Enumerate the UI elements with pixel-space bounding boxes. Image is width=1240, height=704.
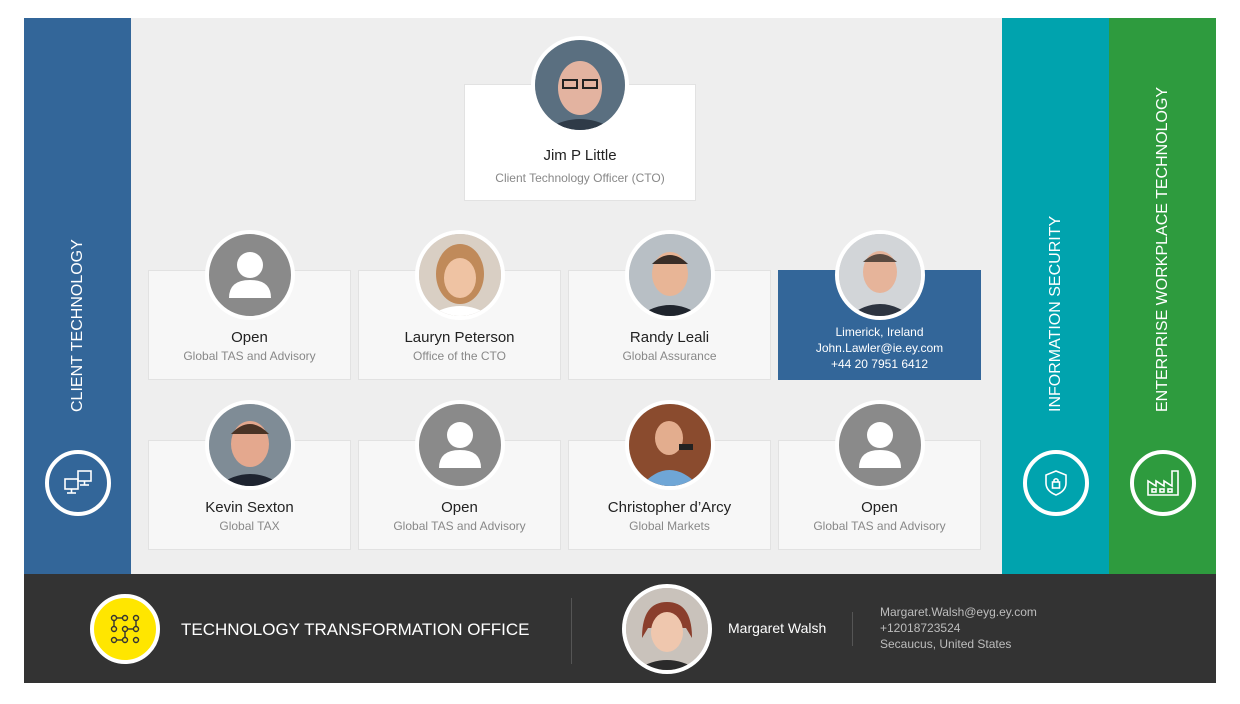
kevin-sexton-avatar [205, 400, 295, 490]
divider [571, 598, 572, 664]
member-location: Limerick, Ireland [835, 325, 924, 339]
contact-email-link[interactable]: Margaret.Walsh@eyg.ey.com [880, 604, 1037, 620]
member-phone: +44 20 7951 6412 [830, 357, 929, 371]
placeholder-avatar-icon [415, 400, 505, 490]
member-role: Global Markets [629, 519, 710, 533]
client-technology-column[interactable]: CLIENT TECHNOLOGY [24, 18, 144, 574]
randy-leali-avatar [625, 230, 715, 320]
member-role: Global TAS and Advisory [393, 519, 526, 533]
member-name: Lauryn Peterson [404, 329, 515, 346]
leader-role: Client Technology Officer (CTO) [495, 171, 665, 185]
member-role: Global TAS and Advisory [183, 349, 316, 363]
enterprise-workplace-technology-column[interactable]: ENTERPRISE WORKPLACE TECHNOLOGY [1109, 18, 1216, 574]
network-dots-icon [90, 594, 160, 664]
member-email-link[interactable]: John.Lawler@ie.ey.com [779, 341, 980, 355]
member-role: Global Assurance [622, 349, 717, 363]
client-technology-title: CLIENT TECHNOLOGY [68, 239, 86, 412]
information-security-column[interactable]: INFORMATION SECURITY [1002, 18, 1109, 574]
leader-name: Jim P Little [543, 147, 617, 164]
shield-lock-icon [1022, 450, 1089, 516]
org-chart: CLIENT TECHNOLOGY Jim P Little Client Te… [24, 18, 1216, 683]
leader-avatar [531, 36, 629, 134]
lauryn-peterson-avatar [415, 230, 505, 320]
member-role: Global TAS and Advisory [813, 519, 946, 533]
member-name: Open [861, 499, 898, 516]
technology-transformation-office-bar: TECHNOLOGY TRANSFORMATION OFFICE Margare… [24, 574, 1216, 683]
member-name: Open [441, 499, 478, 516]
member-name: Kevin Sexton [205, 499, 294, 516]
john-lawler-avatar [835, 230, 925, 320]
divider [852, 612, 853, 646]
margaret-walsh-avatar [622, 584, 712, 674]
member-role: Office of the CTO [413, 349, 506, 363]
member-role: Global TAX [219, 519, 280, 533]
contact-location: Secaucus, United States [880, 637, 1012, 651]
contact-details: Margaret.Walsh@eyg.ey.com +12018723524 S… [880, 604, 1037, 652]
enterprise-workplace-technology-title: ENTERPRISE WORKPLACE TECHNOLOGY [1153, 86, 1171, 412]
factory-icon [1129, 450, 1196, 516]
contact-name: Margaret Walsh [728, 620, 827, 636]
christopher-darcy-avatar [625, 400, 715, 490]
member-name: Randy Leali [629, 329, 710, 346]
information-security-title: INFORMATION SECURITY [1046, 215, 1064, 412]
placeholder-avatar-icon [205, 230, 295, 320]
placeholder-avatar-icon [835, 400, 925, 490]
team-area: Jim P Little Client Technology Officer (… [131, 18, 1002, 574]
member-name: Open [231, 329, 268, 346]
tto-title: TECHNOLOGY TRANSFORMATION OFFICE [181, 620, 530, 639]
contact-phone: +12018723524 [880, 621, 961, 635]
member-name: Christopher d’Arcy [607, 499, 732, 516]
network-computers-icon [44, 450, 111, 516]
